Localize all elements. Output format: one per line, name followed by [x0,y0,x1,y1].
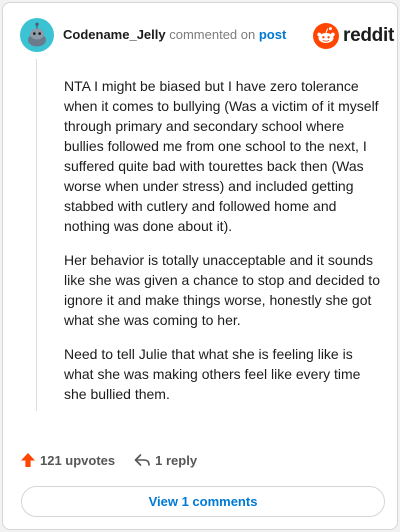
comment-header: Codename_Jelly commented on post [63,27,286,42]
username[interactable]: Codename_Jelly [63,27,166,42]
upvote-arrow-icon [21,453,35,467]
action-text: commented on [169,27,256,42]
reddit-logo: reddit [313,23,394,49]
comment-actions: 121 upvotes 1 reply [20,452,197,468]
comment-paragraph: Need to tell Julie that what she is feel… [64,346,361,402]
thread-line [36,59,37,411]
reply-arrow-icon [134,454,150,466]
comment-body: NTA I might be biased but I have zero to… [64,76,384,418]
reddit-wordmark: reddit [343,25,394,46]
view-comments-label: View 1 comments [148,494,258,509]
post-link[interactable]: post [259,27,286,42]
upvote-count: 121 upvotes [40,452,116,468]
reddit-snoo-icon [313,23,339,49]
snoo-avatar-icon [20,18,54,52]
reply-button[interactable]: 1 reply [133,452,197,468]
comment-paragraph: NTA I might be biased but I have zero to… [64,78,379,234]
upvote-button[interactable]: 121 upvotes [20,452,115,468]
comment-paragraph: Her behavior is totally unacceptable and… [64,252,380,328]
avatar[interactable] [20,18,54,52]
reply-count: 1 reply [155,452,198,468]
view-comments-button[interactable]: View 1 comments [21,486,385,517]
comment-card: Codename_Jelly commented on post reddit … [2,2,398,530]
